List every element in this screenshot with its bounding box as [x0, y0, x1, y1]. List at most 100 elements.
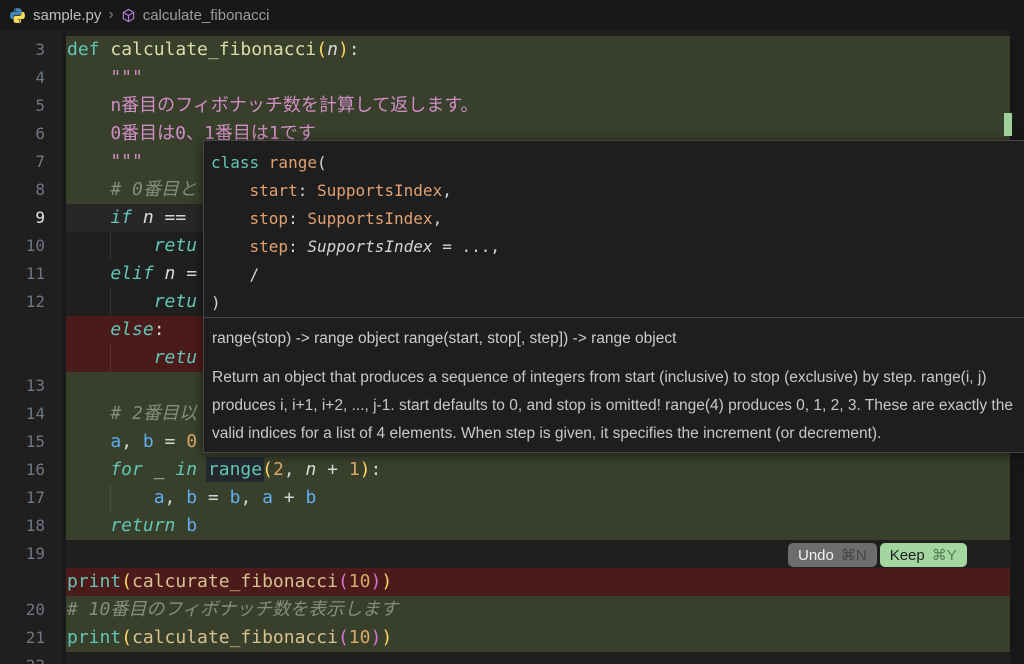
- code-token: :: [288, 237, 307, 256]
- code-token: ): [370, 571, 381, 592]
- code-token: calcurate_fibonacci: [132, 571, 338, 592]
- code-token: range: [269, 153, 317, 172]
- code-token: b: [186, 515, 197, 536]
- breadcrumb-file[interactable]: sample.py: [33, 7, 101, 24]
- line-number[interactable]: 15: [0, 428, 45, 456]
- python-file-icon: [9, 7, 26, 24]
- code-token: n: [327, 39, 338, 60]
- code-token: """: [67, 67, 143, 88]
- code-token: a: [262, 487, 273, 508]
- line-number[interactable]: 10: [0, 232, 45, 260]
- symbol-class-icon: [121, 8, 136, 23]
- line-number[interactable]: 6: [0, 120, 45, 148]
- code-token: calculate_fibonacci: [132, 627, 338, 648]
- code-token: n番目のフィボナッチ数を計算して返します。: [67, 95, 478, 116]
- code-token: SupportsIndex: [317, 181, 442, 200]
- line-number[interactable]: 21: [0, 624, 45, 652]
- code-token: for: [67, 459, 154, 480]
- code-text: a, b = 0: [67, 428, 197, 456]
- code-token: +: [316, 459, 349, 480]
- code-token: retu: [67, 235, 197, 256]
- breadcrumb-symbol[interactable]: calculate_fibonacci: [143, 7, 270, 24]
- line-number[interactable]: 17: [0, 484, 45, 512]
- code-line[interactable]: 4 """: [0, 64, 1024, 92]
- hover-signature-line: step: SupportsIndex = ...,: [211, 233, 1024, 261]
- code-text: # 2番目以: [67, 400, 197, 428]
- code-token: return: [67, 515, 186, 536]
- code-line[interactable]: 22: [0, 652, 1024, 664]
- line-number[interactable]: 7: [0, 148, 45, 176]
- code-token: retu: [67, 347, 197, 368]
- line-number[interactable]: 18: [0, 512, 45, 540]
- line-number[interactable]: 13: [0, 372, 45, 400]
- keep-shortcut: ⌘Y: [932, 546, 957, 564]
- code-line[interactable]: 21 print(calculate_fibonacci(10)): [0, 624, 1024, 652]
- line-number[interactable]: 20: [0, 596, 45, 624]
- line-number[interactable]: 12: [0, 288, 45, 316]
- code-token: (: [317, 153, 327, 172]
- code-token: n: [165, 263, 176, 284]
- code-token: :: [154, 319, 165, 340]
- code-token: (: [338, 571, 349, 592]
- code-text: a, b = b, a + b: [67, 484, 316, 512]
- hover-doc-body: Return an object that produces a sequenc…: [204, 354, 1024, 448]
- code-token: else: [67, 319, 154, 340]
- code-token: b: [143, 431, 154, 452]
- code-line[interactable]: 17 a, b = b, a + b: [0, 484, 1024, 512]
- hover-signature-line: ): [211, 289, 1024, 317]
- code-token: step: [211, 237, 288, 256]
- line-number[interactable]: 5: [0, 92, 45, 120]
- code-token: def: [67, 39, 110, 60]
- code-token: class: [211, 153, 269, 172]
- code-token: ): [211, 293, 221, 312]
- line-number[interactable]: 4: [0, 64, 45, 92]
- code-token: if: [67, 207, 143, 228]
- gutter-separator: [63, 30, 66, 664]
- code-text: else:: [67, 316, 165, 344]
- code-token: ): [370, 627, 381, 648]
- hover-signature-line: stop: SupportsIndex,: [211, 205, 1024, 233]
- code-token: = ...,: [433, 237, 500, 256]
- line-number[interactable]: 19: [0, 540, 45, 568]
- keep-button[interactable]: Keep ⌘Y: [880, 543, 967, 567]
- code-token: elif: [67, 263, 165, 284]
- breadcrumb: sample.py › calculate_fibonacci: [0, 0, 1024, 30]
- code-token: /: [211, 265, 259, 284]
- code-line[interactable]: 16 for _ in range(2, n + 1):: [0, 456, 1024, 484]
- code-token: retu: [67, 291, 197, 312]
- code-token: (: [121, 627, 132, 648]
- line-number[interactable]: 11: [0, 260, 45, 288]
- code-token: ,: [284, 459, 306, 480]
- code-token: =: [154, 431, 187, 452]
- line-number[interactable]: 9: [0, 204, 45, 232]
- line-number[interactable]: 22: [0, 652, 45, 664]
- code-token: n: [143, 207, 154, 228]
- code-text: """: [67, 64, 143, 92]
- code-line[interactable]: 18 return b: [0, 512, 1024, 540]
- code-token: +: [273, 487, 306, 508]
- line-number[interactable]: 16: [0, 456, 45, 484]
- code-token: # 0番目と: [67, 179, 197, 200]
- line-number[interactable]: 14: [0, 400, 45, 428]
- code-token: _: [154, 459, 165, 480]
- code-token: ): [381, 571, 392, 592]
- code-text: elif n =: [67, 260, 197, 288]
- hover-signature-line: class range(: [211, 149, 1024, 177]
- code-text: retu: [67, 344, 197, 372]
- code-line[interactable]: 20# 10番目のフィボナッチ数を表示します: [0, 596, 1024, 624]
- hover-doc-line: Return an object that produces a sequenc…: [212, 364, 1024, 392]
- code-line[interactable]: print(calcurate_fibonacci(10)): [0, 568, 1024, 596]
- hover-signature: class range( start: SupportsIndex, stop:…: [204, 141, 1024, 317]
- code-line[interactable]: 3 def calculate_fibonacci(n):: [0, 36, 1024, 64]
- line-number[interactable]: 3: [0, 36, 45, 64]
- line-number[interactable]: 8: [0, 176, 45, 204]
- code-text: print(calculate_fibonacci(10)): [67, 624, 392, 652]
- code-line[interactable]: 5 n番目のフィボナッチ数を計算して返します。: [0, 92, 1024, 120]
- hover-doc-line: produces i, i+1, i+2, ..., j-1. start de…: [212, 392, 1024, 420]
- code-text: def calculate_fibonacci(n):: [67, 36, 360, 64]
- undo-button[interactable]: Undo ⌘N: [788, 543, 877, 567]
- code-token: 2: [273, 459, 284, 480]
- code-token: # 2番目以: [67, 403, 197, 424]
- overview-ruler-added-indicator[interactable]: [1004, 113, 1012, 136]
- code-token: range: [208, 459, 262, 480]
